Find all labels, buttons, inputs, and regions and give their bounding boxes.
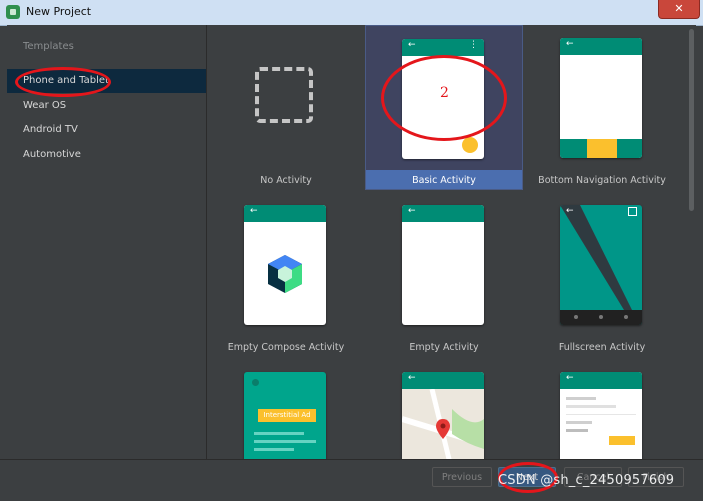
sidebar-item-automotive[interactable]: Automotive — [7, 143, 206, 167]
text-line — [254, 440, 316, 443]
template-fullscreen-activity[interactable]: ← Fullscreen Activity — [523, 192, 681, 357]
fullscreen-preview-art — [560, 205, 642, 325]
back-arrow-icon: ← — [566, 206, 574, 216]
app-bar: ← — [402, 205, 484, 222]
templates-heading: Templates — [23, 41, 74, 52]
bottom-nav-bar — [560, 139, 642, 158]
app-bar: ← — [560, 372, 642, 389]
android-studio-icon — [6, 5, 20, 19]
template-google-maps-activity[interactable]: ← — [365, 359, 523, 459]
back-arrow-icon: ← — [566, 373, 574, 383]
phone-preview: ← — [402, 372, 484, 459]
more-vert-icon: ⋮ — [469, 40, 478, 50]
app-bar: ← ⋮ — [402, 39, 484, 56]
phone-preview: ← — [244, 205, 326, 325]
fullscreen-icon — [628, 207, 637, 216]
bottom-nav-selected-item — [587, 139, 617, 158]
window-title: New Project — [26, 5, 92, 18]
floating-action-button-icon — [462, 137, 478, 153]
close-button[interactable]: ✕ — [658, 0, 700, 19]
text-line — [566, 397, 596, 400]
template-label: Empty Activity — [409, 342, 479, 353]
app-bar: ← — [560, 38, 642, 55]
template-no-activity[interactable]: No Activity — [207, 25, 365, 190]
password-dots — [566, 429, 588, 432]
template-bottom-navigation-activity[interactable]: ← Bottom Navigation Activity — [523, 25, 681, 190]
phone-preview: ← — [402, 205, 484, 325]
divider — [566, 414, 636, 415]
watermark-text: CSDN @sh_c_2450957609 — [498, 473, 675, 488]
back-arrow-icon: ← — [408, 206, 416, 216]
sidebar-item-android-tv[interactable]: Android TV — [7, 118, 206, 142]
text-line — [254, 432, 304, 435]
template-empty-compose-activity[interactable]: ← Empty Compose Activity — [207, 192, 365, 357]
template-basic-activity[interactable]: ← ⋮ Basic Activity — [365, 25, 523, 190]
gallery-scrollbar[interactable] — [687, 25, 696, 459]
templates-sidebar: Templates Phone and Tablet Wear OS Andro… — [7, 25, 207, 459]
phone-preview: Interstitial Ad — [244, 372, 326, 459]
template-label: Empty Compose Activity — [227, 342, 345, 353]
template-label: Bottom Navigation Activity — [538, 175, 666, 186]
back-arrow-icon: ← — [250, 206, 258, 216]
template-interstitial-ad[interactable]: Interstitial Ad — [207, 359, 365, 459]
phone-preview: ← — [560, 205, 642, 325]
app-bar: ← — [244, 205, 326, 222]
text-line — [566, 405, 616, 408]
text-line — [254, 448, 294, 451]
empty-placeholder-icon — [255, 67, 313, 123]
template-label: Fullscreen Activity — [558, 342, 646, 353]
phone-preview: ← — [560, 372, 642, 459]
previous-button[interactable]: Previous — [432, 467, 492, 487]
map-preview-art — [402, 389, 484, 459]
yellow-button-preview — [609, 436, 635, 445]
title-bar: New Project ✕ — [0, 0, 703, 26]
jetpack-compose-logo-icon — [268, 255, 302, 293]
text-line — [566, 421, 592, 424]
scrollbar-thumb[interactable] — [689, 29, 694, 211]
annotation-step-number: 2 — [440, 85, 449, 101]
template-label: No Activity — [260, 175, 312, 186]
template-settings-activity[interactable]: ← — [523, 359, 681, 459]
interstitial-ad-badge: Interstitial Ad — [258, 409, 316, 422]
sidebar-item-wear-os[interactable]: Wear OS — [7, 94, 206, 118]
phone-preview: ← — [560, 38, 642, 158]
app-bar: ← — [402, 372, 484, 389]
dot-icon — [252, 379, 259, 386]
back-arrow-icon: ← — [408, 373, 416, 383]
sidebar-item-phone-and-tablet[interactable]: Phone and Tablet — [7, 69, 206, 93]
template-label: Basic Activity — [412, 175, 476, 186]
template-empty-activity[interactable]: ← Empty Activity — [365, 192, 523, 357]
back-arrow-icon: ← — [408, 40, 416, 50]
back-arrow-icon: ← — [566, 39, 574, 49]
